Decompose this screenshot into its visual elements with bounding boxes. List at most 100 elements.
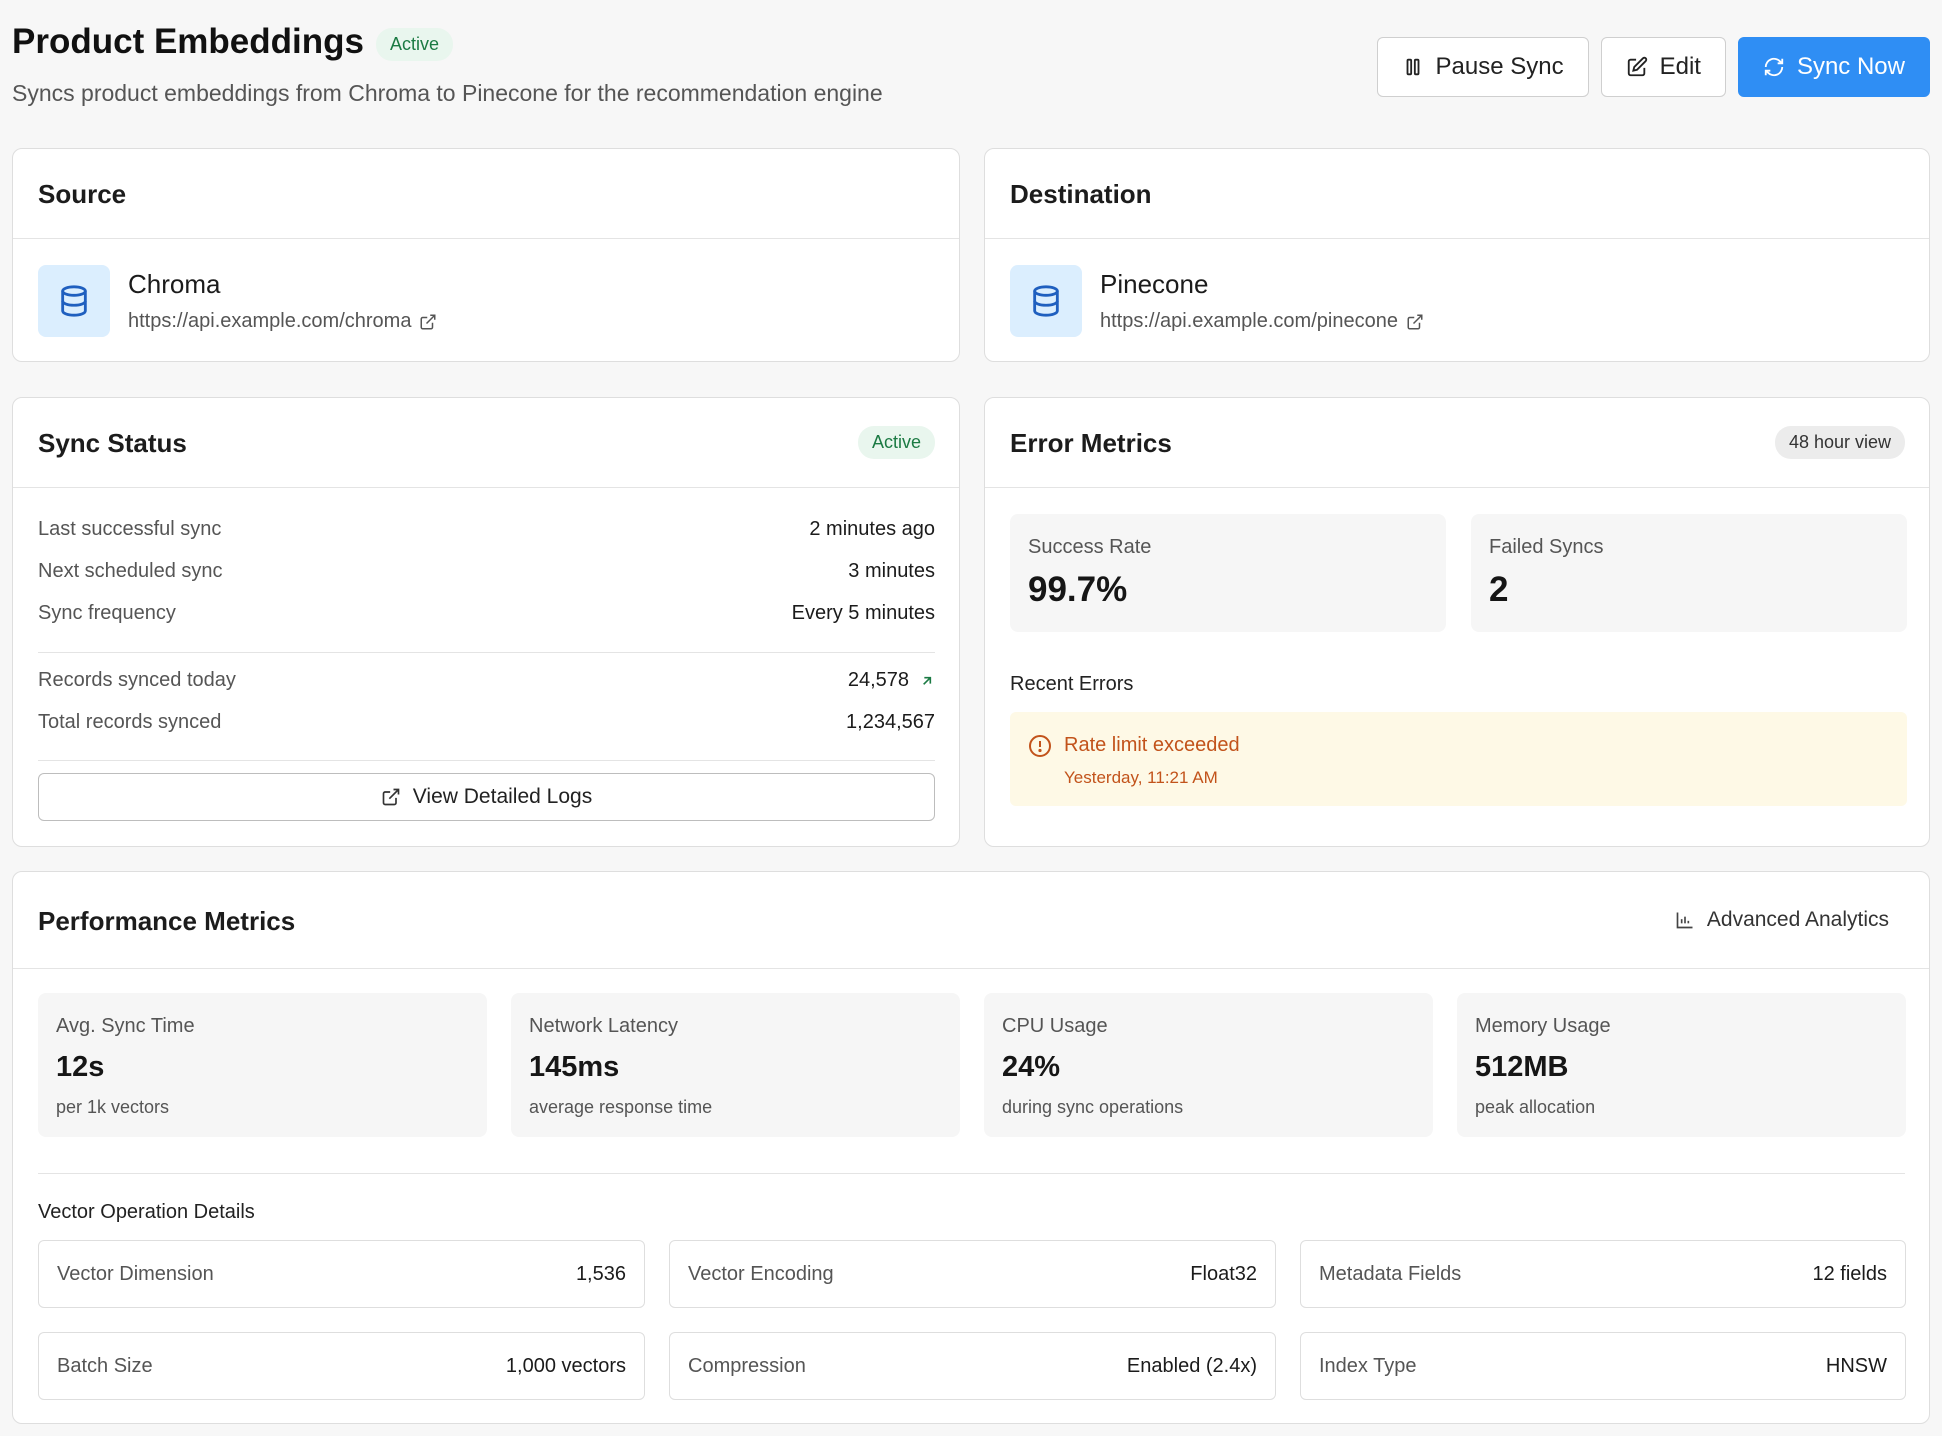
sync-frequency-label: Sync frequency [38,602,176,624]
detail-item: Index Type HNSW [1300,1332,1906,1400]
source-url-link[interactable]: https://api.example.com/chroma [128,310,437,333]
destination-connection: Pinecone https://api.example.com/pinecon… [1010,265,1424,337]
sync-now-button[interactable]: Sync Now [1737,37,1930,97]
failed-syncs-box: Failed Syncs 2 [1471,514,1907,632]
detail-item: Batch Size 1,000 vectors [38,1332,645,1400]
page-title: Product Embeddings [12,22,364,61]
error-metrics-header: Error Metrics 48 hour view [985,398,1929,488]
detail-value: Float32 [1190,1262,1257,1285]
sync-status-heading: Sync Status [38,428,187,458]
metric-sub: peak allocation [1475,1097,1596,1117]
detail-label: Batch Size [57,1354,153,1377]
advanced-analytics-link[interactable]: Advanced Analytics [1675,908,1889,932]
metric-value: 145ms [529,1051,620,1083]
detail-value: Enabled (2.4x) [1126,1354,1257,1377]
sync-frequency-value: Every 5 minutes [791,602,935,624]
error-item[interactable]: Rate limit exceeded Yesterday, 11:21 AM [1010,712,1907,806]
detail-label: Vector Dimension [57,1262,214,1285]
metric-sub: per 1k vectors [56,1097,170,1117]
metric-label: Avg. Sync Time [56,1015,195,1037]
source-card-header: Source [13,149,959,239]
records-today-row: Records synced today 24,578 [38,669,935,692]
metric-card: Avg. Sync Time 12s per 1k vectors [38,993,487,1137]
destination-heading: Destination [1010,179,1152,209]
success-rate-label: Success Rate [1028,536,1152,558]
view-logs-label: View Detailed Logs [412,785,593,808]
destination-url-link[interactable]: https://api.example.com/pinecone [1100,310,1424,333]
total-records-row: Total records synced 1,234,567 [38,711,935,734]
source-connection: Chroma https://api.example.com/chroma [38,265,437,337]
detail-value: 1,000 vectors [505,1354,626,1377]
detail-value: 1,536 [575,1262,626,1285]
next-sync-label: Next scheduled sync [38,560,223,582]
sync-status-card: Sync Status Active Last successful sync … [12,397,960,847]
external-link-icon [420,314,436,329]
total-records-value: 1,234,567 [846,711,935,733]
view-logs-button[interactable]: View Detailed Logs [38,773,935,821]
bar-chart-icon [1676,912,1693,929]
records-today-value: 24,578 [847,669,909,691]
database-icon [1010,265,1082,337]
recent-errors-heading: Recent Errors [1010,673,1134,695]
metric-card: Network Latency 145ms average response t… [511,993,960,1137]
detail-value: HNSW [1825,1354,1887,1377]
metric-value: 512MB [1475,1051,1569,1083]
destination-card-header: Destination [985,149,1929,239]
failed-syncs-value: 2 [1489,570,1509,609]
refresh-icon [1764,57,1784,77]
destination-url: https://api.example.com/pinecone [1100,310,1398,332]
metric-label: Network Latency [529,1015,678,1037]
source-url: https://api.example.com/chroma [128,310,412,332]
source-card: Source Chroma https://api.example.com/ch… [12,148,960,362]
sync-status-header: Sync Status Active [13,398,959,488]
detail-label: Metadata Fields [1319,1262,1462,1285]
next-sync-row: Next scheduled sync 3 minutes [38,560,935,583]
page-header: Product Embeddings Active Syncs product … [12,0,1930,148]
metric-sub: during sync operations [1002,1097,1184,1117]
sync-frequency-row: Sync frequency Every 5 minutes [38,602,935,625]
failed-syncs-label: Failed Syncs [1489,536,1604,558]
success-rate-box: Success Rate 99.7% [1010,514,1446,632]
detail-value: 12 fields [1812,1262,1888,1285]
records-today-value-wrap: 24,578 [848,669,935,692]
database-icon [38,265,110,337]
status-badge: Active [376,28,454,61]
divider [38,760,935,761]
advanced-analytics-label: Advanced Analytics [1706,908,1889,931]
detail-item: Vector Encoding Float32 [669,1240,1276,1308]
pause-sync-button[interactable]: Pause Sync [1376,37,1589,97]
pause-sync-label: Pause Sync [1435,53,1564,80]
metric-sub: average response time [529,1097,713,1117]
arrow-up-right-icon [923,676,932,685]
metric-card: CPU Usage 24% during sync operations [984,993,1433,1137]
sync-detail-page: Product Embeddings Active Syncs product … [12,0,1930,1424]
records-today-label: Records synced today [38,669,236,691]
metric-label: Memory Usage [1475,1015,1611,1037]
external-link-icon [382,788,400,806]
destination-card: Destination Pinecone https://api.example… [984,148,1930,362]
divider [38,652,935,653]
metric-label: CPU Usage [1002,1015,1108,1037]
last-sync-value: 2 minutes ago [809,518,935,540]
metric-value: 24% [1002,1051,1061,1083]
detail-label: Vector Encoding [688,1262,834,1285]
error-metrics-card: Error Metrics 48 hour view Success Rate … [984,397,1930,847]
performance-heading: Performance Metrics [38,906,296,936]
external-link-icon [1407,314,1423,329]
header-actions: Pause Sync Edit Sync Now [1376,37,1930,97]
source-heading: Source [38,179,127,209]
edit-button[interactable]: Edit [1600,37,1726,97]
error-title: Rate limit exceeded [1064,734,1240,756]
total-records-label: Total records synced [38,711,222,733]
source-name: Chroma [128,269,221,299]
pause-icon [1406,58,1419,76]
sync-now-label: Sync Now [1796,53,1905,80]
last-sync-label: Last successful sync [38,518,222,540]
page-subtitle: Syncs product embeddings from Chroma to … [12,80,883,106]
detail-item: Vector Dimension 1,536 [38,1240,645,1308]
next-sync-value: 3 minutes [848,560,935,582]
alert-circle-icon [1029,735,1051,757]
vector-details-heading: Vector Operation Details [38,1201,255,1223]
performance-card: Performance Metrics Advanced Analytics A… [12,871,1930,1424]
edit-icon [1627,56,1647,77]
